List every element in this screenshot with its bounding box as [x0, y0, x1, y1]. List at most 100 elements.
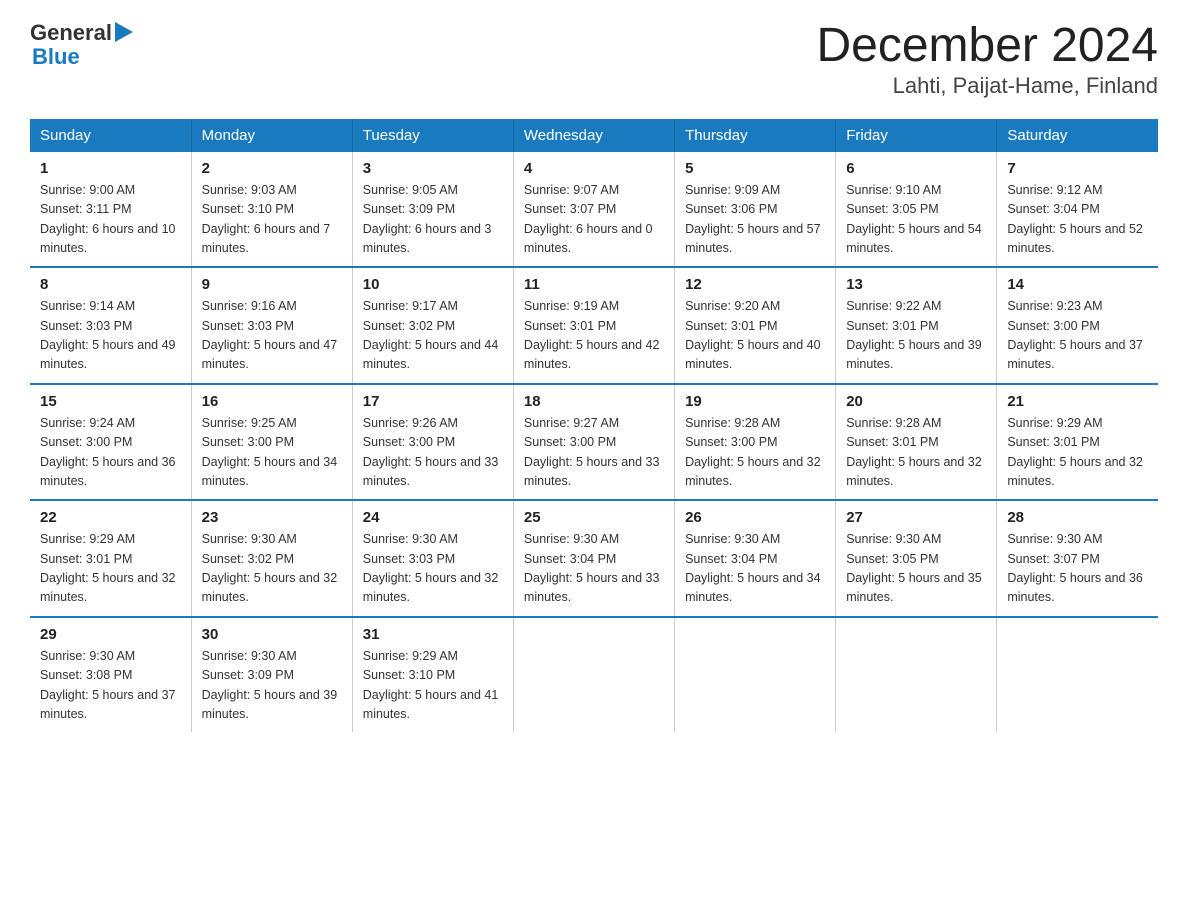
day-cell: 27 Sunrise: 9:30 AM Sunset: 3:05 PM Dayl…: [836, 500, 997, 617]
day-cell: 8 Sunrise: 9:14 AM Sunset: 3:03 PM Dayli…: [30, 267, 191, 384]
day-cell: [675, 617, 836, 733]
day-number: 23: [202, 509, 342, 526]
day-info: Sunrise: 9:03 AM Sunset: 3:10 PM Dayligh…: [202, 181, 342, 259]
day-cell: 18 Sunrise: 9:27 AM Sunset: 3:00 PM Dayl…: [513, 384, 674, 501]
day-info: Sunrise: 9:10 AM Sunset: 3:05 PM Dayligh…: [846, 181, 986, 259]
day-cell: 3 Sunrise: 9:05 AM Sunset: 3:09 PM Dayli…: [352, 152, 513, 268]
day-number: 12: [685, 276, 825, 293]
day-info: Sunrise: 9:28 AM Sunset: 3:00 PM Dayligh…: [685, 414, 825, 492]
week-row-5: 29 Sunrise: 9:30 AM Sunset: 3:08 PM Dayl…: [30, 617, 1158, 733]
day-info: Sunrise: 9:30 AM Sunset: 3:02 PM Dayligh…: [202, 530, 342, 608]
day-info: Sunrise: 9:16 AM Sunset: 3:03 PM Dayligh…: [202, 297, 342, 375]
logo-general: General: [30, 20, 112, 46]
day-number: 1: [40, 160, 181, 177]
col-friday: Friday: [836, 119, 997, 152]
day-cell: 22 Sunrise: 9:29 AM Sunset: 3:01 PM Dayl…: [30, 500, 191, 617]
day-cell: 5 Sunrise: 9:09 AM Sunset: 3:06 PM Dayli…: [675, 152, 836, 268]
day-number: 5: [685, 160, 825, 177]
day-cell: 4 Sunrise: 9:07 AM Sunset: 3:07 PM Dayli…: [513, 152, 674, 268]
day-number: 24: [363, 509, 503, 526]
day-number: 20: [846, 393, 986, 410]
day-info: Sunrise: 9:23 AM Sunset: 3:00 PM Dayligh…: [1007, 297, 1148, 375]
day-cell: 29 Sunrise: 9:30 AM Sunset: 3:08 PM Dayl…: [30, 617, 191, 733]
week-row-4: 22 Sunrise: 9:29 AM Sunset: 3:01 PM Dayl…: [30, 500, 1158, 617]
calendar-body: 1 Sunrise: 9:00 AM Sunset: 3:11 PM Dayli…: [30, 152, 1158, 733]
day-number: 25: [524, 509, 664, 526]
day-cell: 2 Sunrise: 9:03 AM Sunset: 3:10 PM Dayli…: [191, 152, 352, 268]
day-info: Sunrise: 9:30 AM Sunset: 3:04 PM Dayligh…: [685, 530, 825, 608]
title-block: December 2024 Lahti, Paijat-Hame, Finlan…: [816, 20, 1158, 99]
day-number: 16: [202, 393, 342, 410]
day-cell: 17 Sunrise: 9:26 AM Sunset: 3:00 PM Dayl…: [352, 384, 513, 501]
day-cell: 7 Sunrise: 9:12 AM Sunset: 3:04 PM Dayli…: [997, 152, 1158, 268]
day-number: 13: [846, 276, 986, 293]
day-info: Sunrise: 9:19 AM Sunset: 3:01 PM Dayligh…: [524, 297, 664, 375]
day-info: Sunrise: 9:30 AM Sunset: 3:08 PM Dayligh…: [40, 647, 181, 725]
day-number: 14: [1007, 276, 1148, 293]
day-info: Sunrise: 9:29 AM Sunset: 3:10 PM Dayligh…: [363, 647, 503, 725]
day-info: Sunrise: 9:29 AM Sunset: 3:01 PM Dayligh…: [40, 530, 181, 608]
day-info: Sunrise: 9:30 AM Sunset: 3:05 PM Dayligh…: [846, 530, 986, 608]
day-info: Sunrise: 9:20 AM Sunset: 3:01 PM Dayligh…: [685, 297, 825, 375]
logo-icon: General Blue: [30, 20, 133, 70]
day-info: Sunrise: 9:29 AM Sunset: 3:01 PM Dayligh…: [1007, 414, 1148, 492]
day-cell: 11 Sunrise: 9:19 AM Sunset: 3:01 PM Dayl…: [513, 267, 674, 384]
day-cell: 25 Sunrise: 9:30 AM Sunset: 3:04 PM Dayl…: [513, 500, 674, 617]
day-cell: 14 Sunrise: 9:23 AM Sunset: 3:00 PM Dayl…: [997, 267, 1158, 384]
day-cell: 10 Sunrise: 9:17 AM Sunset: 3:02 PM Dayl…: [352, 267, 513, 384]
day-number: 6: [846, 160, 986, 177]
day-info: Sunrise: 9:14 AM Sunset: 3:03 PM Dayligh…: [40, 297, 181, 375]
day-cell: 12 Sunrise: 9:20 AM Sunset: 3:01 PM Dayl…: [675, 267, 836, 384]
day-number: 4: [524, 160, 664, 177]
logo: General Blue: [30, 20, 133, 70]
day-number: 28: [1007, 509, 1148, 526]
col-sunday: Sunday: [30, 119, 191, 152]
day-cell: 19 Sunrise: 9:28 AM Sunset: 3:00 PM Dayl…: [675, 384, 836, 501]
day-cell: 28 Sunrise: 9:30 AM Sunset: 3:07 PM Dayl…: [997, 500, 1158, 617]
calendar-title: December 2024: [816, 20, 1158, 73]
day-cell: 26 Sunrise: 9:30 AM Sunset: 3:04 PM Dayl…: [675, 500, 836, 617]
week-row-3: 15 Sunrise: 9:24 AM Sunset: 3:00 PM Dayl…: [30, 384, 1158, 501]
day-number: 7: [1007, 160, 1148, 177]
day-number: 27: [846, 509, 986, 526]
day-info: Sunrise: 9:12 AM Sunset: 3:04 PM Dayligh…: [1007, 181, 1148, 259]
day-info: Sunrise: 9:05 AM Sunset: 3:09 PM Dayligh…: [363, 181, 503, 259]
day-info: Sunrise: 9:27 AM Sunset: 3:00 PM Dayligh…: [524, 414, 664, 492]
page-header: General Blue December 2024 Lahti, Paijat…: [30, 20, 1158, 99]
week-row-2: 8 Sunrise: 9:14 AM Sunset: 3:03 PM Dayli…: [30, 267, 1158, 384]
day-number: 22: [40, 509, 181, 526]
day-info: Sunrise: 9:07 AM Sunset: 3:07 PM Dayligh…: [524, 181, 664, 259]
day-number: 8: [40, 276, 181, 293]
day-cell: 31 Sunrise: 9:29 AM Sunset: 3:10 PM Dayl…: [352, 617, 513, 733]
col-monday: Monday: [191, 119, 352, 152]
day-cell: 16 Sunrise: 9:25 AM Sunset: 3:00 PM Dayl…: [191, 384, 352, 501]
day-info: Sunrise: 9:28 AM Sunset: 3:01 PM Dayligh…: [846, 414, 986, 492]
day-number: 10: [363, 276, 503, 293]
day-number: 31: [363, 626, 503, 643]
day-cell: 23 Sunrise: 9:30 AM Sunset: 3:02 PM Dayl…: [191, 500, 352, 617]
day-cell: 30 Sunrise: 9:30 AM Sunset: 3:09 PM Dayl…: [191, 617, 352, 733]
day-number: 11: [524, 276, 664, 293]
day-info: Sunrise: 9:17 AM Sunset: 3:02 PM Dayligh…: [363, 297, 503, 375]
day-number: 18: [524, 393, 664, 410]
day-info: Sunrise: 9:30 AM Sunset: 3:03 PM Dayligh…: [363, 530, 503, 608]
day-info: Sunrise: 9:30 AM Sunset: 3:09 PM Dayligh…: [202, 647, 342, 725]
day-number: 17: [363, 393, 503, 410]
day-cell: [513, 617, 674, 733]
day-number: 2: [202, 160, 342, 177]
day-info: Sunrise: 9:00 AM Sunset: 3:11 PM Dayligh…: [40, 181, 181, 259]
day-number: 30: [202, 626, 342, 643]
col-thursday: Thursday: [675, 119, 836, 152]
day-number: 21: [1007, 393, 1148, 410]
day-cell: 21 Sunrise: 9:29 AM Sunset: 3:01 PM Dayl…: [997, 384, 1158, 501]
col-wednesday: Wednesday: [513, 119, 674, 152]
day-info: Sunrise: 9:09 AM Sunset: 3:06 PM Dayligh…: [685, 181, 825, 259]
day-cell: [836, 617, 997, 733]
col-saturday: Saturday: [997, 119, 1158, 152]
day-cell: 1 Sunrise: 9:00 AM Sunset: 3:11 PM Dayli…: [30, 152, 191, 268]
day-number: 15: [40, 393, 181, 410]
day-info: Sunrise: 9:30 AM Sunset: 3:04 PM Dayligh…: [524, 530, 664, 608]
col-tuesday: Tuesday: [352, 119, 513, 152]
logo-blue: Blue: [32, 44, 80, 70]
day-info: Sunrise: 9:25 AM Sunset: 3:00 PM Dayligh…: [202, 414, 342, 492]
